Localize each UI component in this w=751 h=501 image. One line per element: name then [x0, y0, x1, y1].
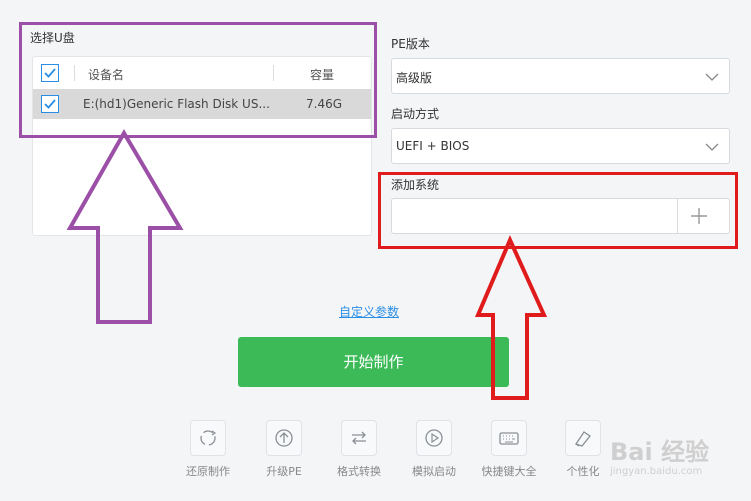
watermark-url: jingyan.baidu.com — [610, 466, 703, 477]
watermark-logo: Bai 经验 — [610, 438, 710, 466]
annotation-arrows — [66, 129, 548, 400]
red-arrow — [474, 235, 548, 400]
purple-arrow — [66, 129, 184, 324]
